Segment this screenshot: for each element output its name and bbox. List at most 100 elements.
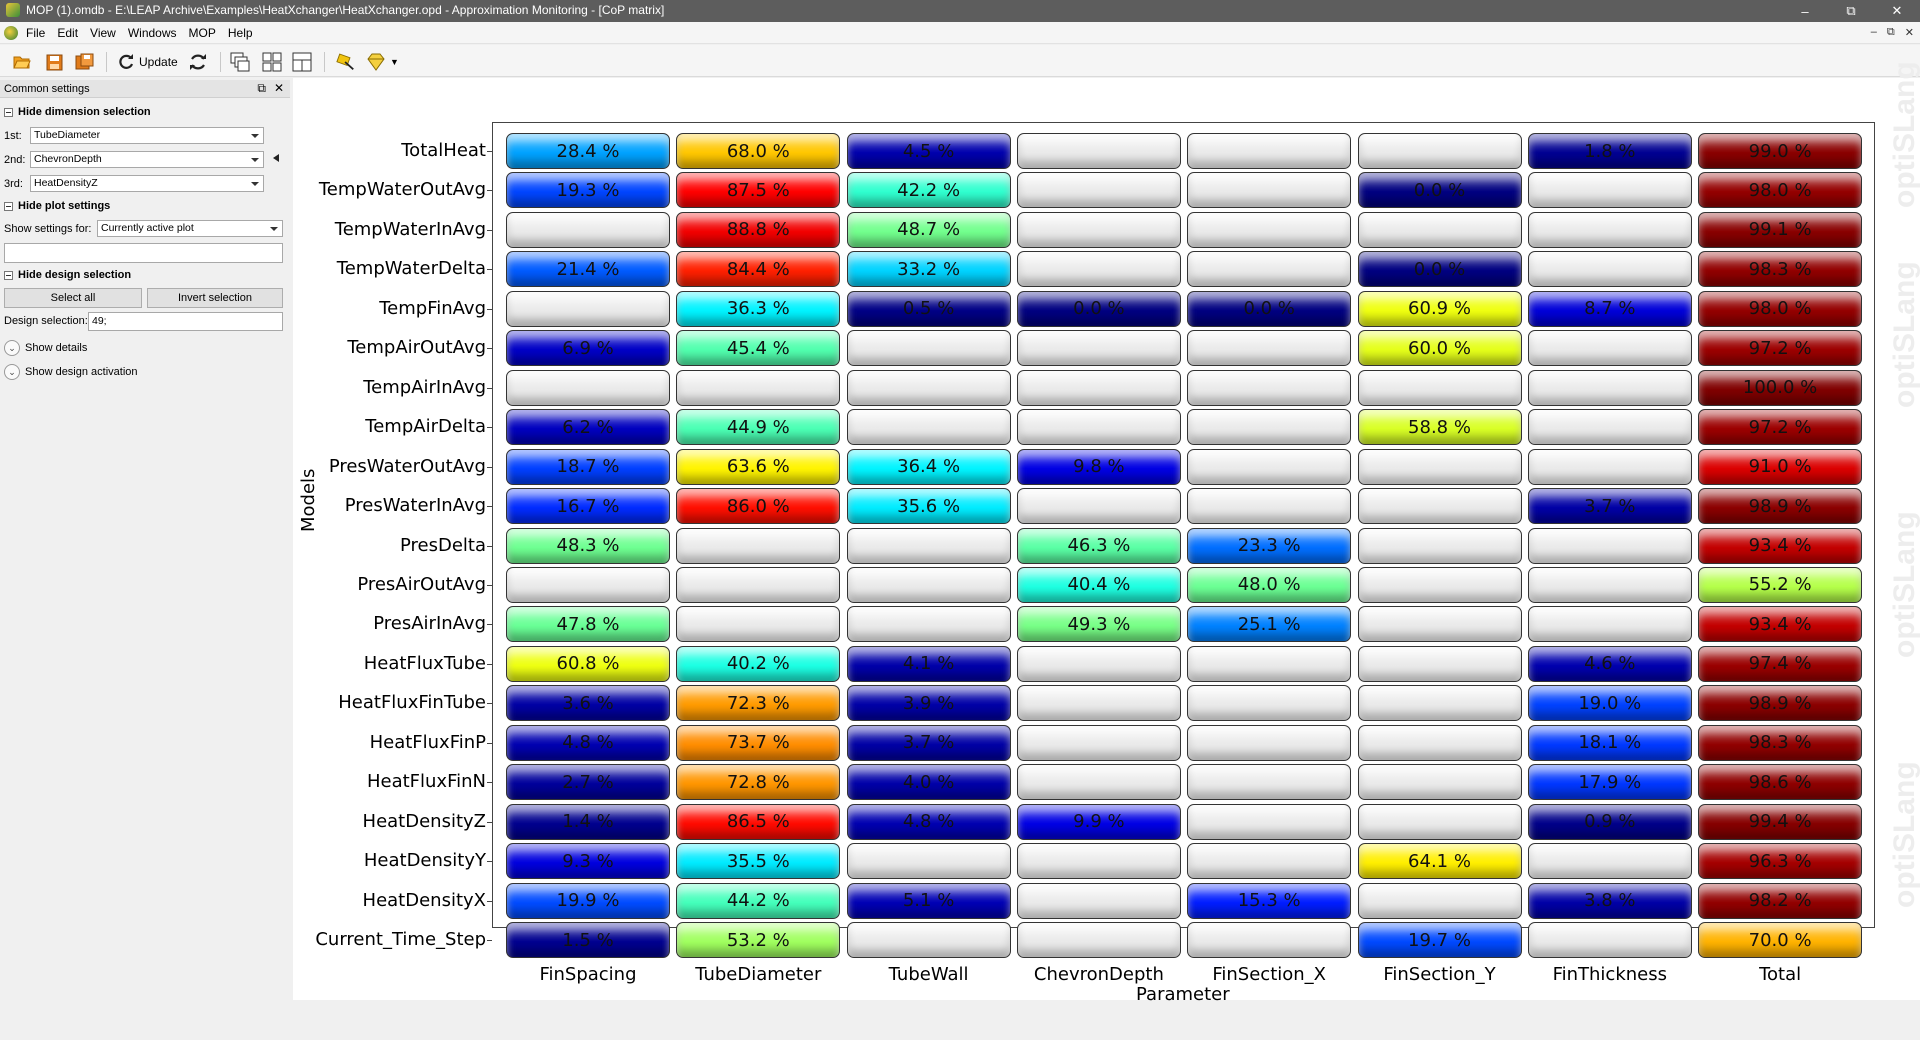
matrix-cell[interactable]: [1187, 211, 1352, 248]
mdi-restore-icon[interactable]: ⧉: [1887, 26, 1895, 39]
matrix-cell[interactable]: [1016, 922, 1181, 958]
matrix-cell[interactable]: [1016, 724, 1181, 761]
matrix-cell[interactable]: 19.3 %: [506, 172, 670, 209]
matrix-cell[interactable]: 97.2 %: [1698, 409, 1863, 446]
matrix-cell[interactable]: 19.7 %: [1357, 922, 1522, 958]
matrix-cell[interactable]: [1527, 369, 1692, 406]
matrix-cell[interactable]: 15.3 %: [1187, 882, 1352, 919]
matrix-cell[interactable]: 60.9 %: [1357, 290, 1522, 327]
matrix-cell[interactable]: 64.1 %: [1357, 843, 1522, 880]
matrix-cell[interactable]: [1187, 172, 1352, 209]
matrix-cell[interactable]: 44.2 %: [676, 882, 841, 919]
matrix-cell[interactable]: [846, 922, 1011, 958]
matrix-cell[interactable]: 0.0 %: [1357, 172, 1522, 209]
matrix-cell[interactable]: 60.8 %: [506, 645, 670, 682]
matrix-cell[interactable]: 4.8 %: [506, 724, 670, 761]
matrix-cell[interactable]: [1187, 133, 1352, 169]
matrix-cell[interactable]: 17.9 %: [1527, 764, 1692, 801]
matrix-cell[interactable]: [506, 211, 670, 248]
matrix-cell[interactable]: 1.4 %: [506, 803, 670, 840]
matrix-cell[interactable]: 48.0 %: [1187, 566, 1352, 603]
matrix-cell[interactable]: 98.9 %: [1698, 685, 1863, 722]
matrix-cell[interactable]: [1187, 724, 1352, 761]
matrix-cell[interactable]: 98.9 %: [1698, 488, 1863, 525]
matrix-cell[interactable]: [1187, 764, 1352, 801]
matrix-cell[interactable]: [1016, 764, 1181, 801]
matrix-cell[interactable]: 42.2 %: [846, 172, 1011, 209]
matrix-cell[interactable]: [1016, 172, 1181, 209]
matrix-cell[interactable]: [676, 606, 841, 643]
minimize-icon[interactable]: –: [1782, 0, 1828, 22]
matrix-cell[interactable]: [846, 369, 1011, 406]
matrix-cell[interactable]: 21.4 %: [506, 251, 670, 288]
matrix-cell[interactable]: [1016, 409, 1181, 446]
matrix-cell[interactable]: [1357, 645, 1522, 682]
menu-help[interactable]: Help: [224, 26, 261, 40]
menu-edit[interactable]: Edit: [53, 26, 86, 40]
matrix-cell[interactable]: 48.3 %: [506, 527, 670, 564]
matrix-cell[interactable]: [1357, 724, 1522, 761]
close-panel-icon[interactable]: ✕: [274, 81, 284, 96]
tool-wand-button[interactable]: [336, 51, 356, 73]
matrix-cell[interactable]: 36.4 %: [846, 448, 1011, 485]
matrix-cell[interactable]: [846, 330, 1011, 367]
matrix-cell[interactable]: [1357, 882, 1522, 919]
matrix-cell[interactable]: [506, 369, 670, 406]
matrix-cell[interactable]: [846, 606, 1011, 643]
matrix-cell[interactable]: [846, 843, 1011, 880]
matrix-cell[interactable]: 4.8 %: [846, 803, 1011, 840]
hide-dimension-selection[interactable]: Hide dimension selection: [4, 106, 151, 118]
menu-mop[interactable]: MOP: [185, 26, 224, 40]
matrix-cell[interactable]: 87.5 %: [676, 172, 841, 209]
float-panel-icon[interactable]: ⧉: [257, 81, 266, 96]
matrix-cell[interactable]: [1527, 922, 1692, 958]
matrix-cell[interactable]: 73.7 %: [676, 724, 841, 761]
matrix-cell[interactable]: 58.8 %: [1357, 409, 1522, 446]
matrix-cell[interactable]: 19.0 %: [1527, 685, 1692, 722]
matrix-cell[interactable]: 2.7 %: [506, 764, 670, 801]
open-folder-button[interactable]: [12, 51, 32, 73]
matrix-cell[interactable]: 72.3 %: [676, 685, 841, 722]
matrix-cell[interactable]: [1016, 133, 1181, 169]
matrix-cell[interactable]: [1527, 527, 1692, 564]
matrix-cell[interactable]: 98.0 %: [1698, 290, 1863, 327]
matrix-cell[interactable]: [1187, 369, 1352, 406]
matrix-cell[interactable]: [676, 566, 841, 603]
tile-windows-button[interactable]: [262, 51, 282, 73]
matrix-cell[interactable]: 98.2 %: [1698, 882, 1863, 919]
matrix-cell[interactable]: [846, 409, 1011, 446]
matrix-cell[interactable]: 0.0 %: [1187, 290, 1352, 327]
matrix-cell[interactable]: 93.4 %: [1698, 527, 1863, 564]
hide-plot-settings[interactable]: Hide plot settings: [4, 200, 110, 212]
matrix-cell[interactable]: [1187, 251, 1352, 288]
matrix-cell[interactable]: [1357, 527, 1522, 564]
matrix-cell[interactable]: 99.0 %: [1698, 133, 1863, 169]
restore-icon[interactable]: ⧉: [1828, 0, 1874, 22]
matrix-cell[interactable]: [1527, 172, 1692, 209]
matrix-cell[interactable]: [1357, 606, 1522, 643]
matrix-cell[interactable]: 96.3 %: [1698, 843, 1863, 880]
matrix-cell[interactable]: 0.0 %: [1357, 251, 1522, 288]
matrix-cell[interactable]: 4.6 %: [1527, 645, 1692, 682]
matrix-cell[interactable]: [1016, 882, 1181, 919]
matrix-cell[interactable]: 1.8 %: [1527, 133, 1692, 169]
matrix-cell[interactable]: 97.2 %: [1698, 330, 1863, 367]
matrix-cell[interactable]: [1527, 251, 1692, 288]
matrix-cell[interactable]: [1357, 369, 1522, 406]
matrix-cell[interactable]: 6.2 %: [506, 409, 670, 446]
matrix-cell[interactable]: 88.8 %: [676, 211, 841, 248]
hide-design-selection[interactable]: Hide design selection: [4, 269, 131, 281]
matrix-cell[interactable]: [1357, 685, 1522, 722]
matrix-cell[interactable]: [1016, 843, 1181, 880]
matrix-cell[interactable]: [506, 290, 670, 327]
matrix-cell[interactable]: [846, 527, 1011, 564]
matrix-cell[interactable]: 93.4 %: [1698, 606, 1863, 643]
matrix-cell[interactable]: [1527, 409, 1692, 446]
matrix-cell[interactable]: 35.5 %: [676, 843, 841, 880]
matrix-cell[interactable]: [1357, 764, 1522, 801]
matrix-cell[interactable]: 4.1 %: [846, 645, 1011, 682]
matrix-cell[interactable]: 63.6 %: [676, 448, 841, 485]
matrix-cell[interactable]: [1187, 645, 1352, 682]
matrix-cell[interactable]: 3.8 %: [1527, 882, 1692, 919]
matrix-cell[interactable]: [1016, 488, 1181, 525]
